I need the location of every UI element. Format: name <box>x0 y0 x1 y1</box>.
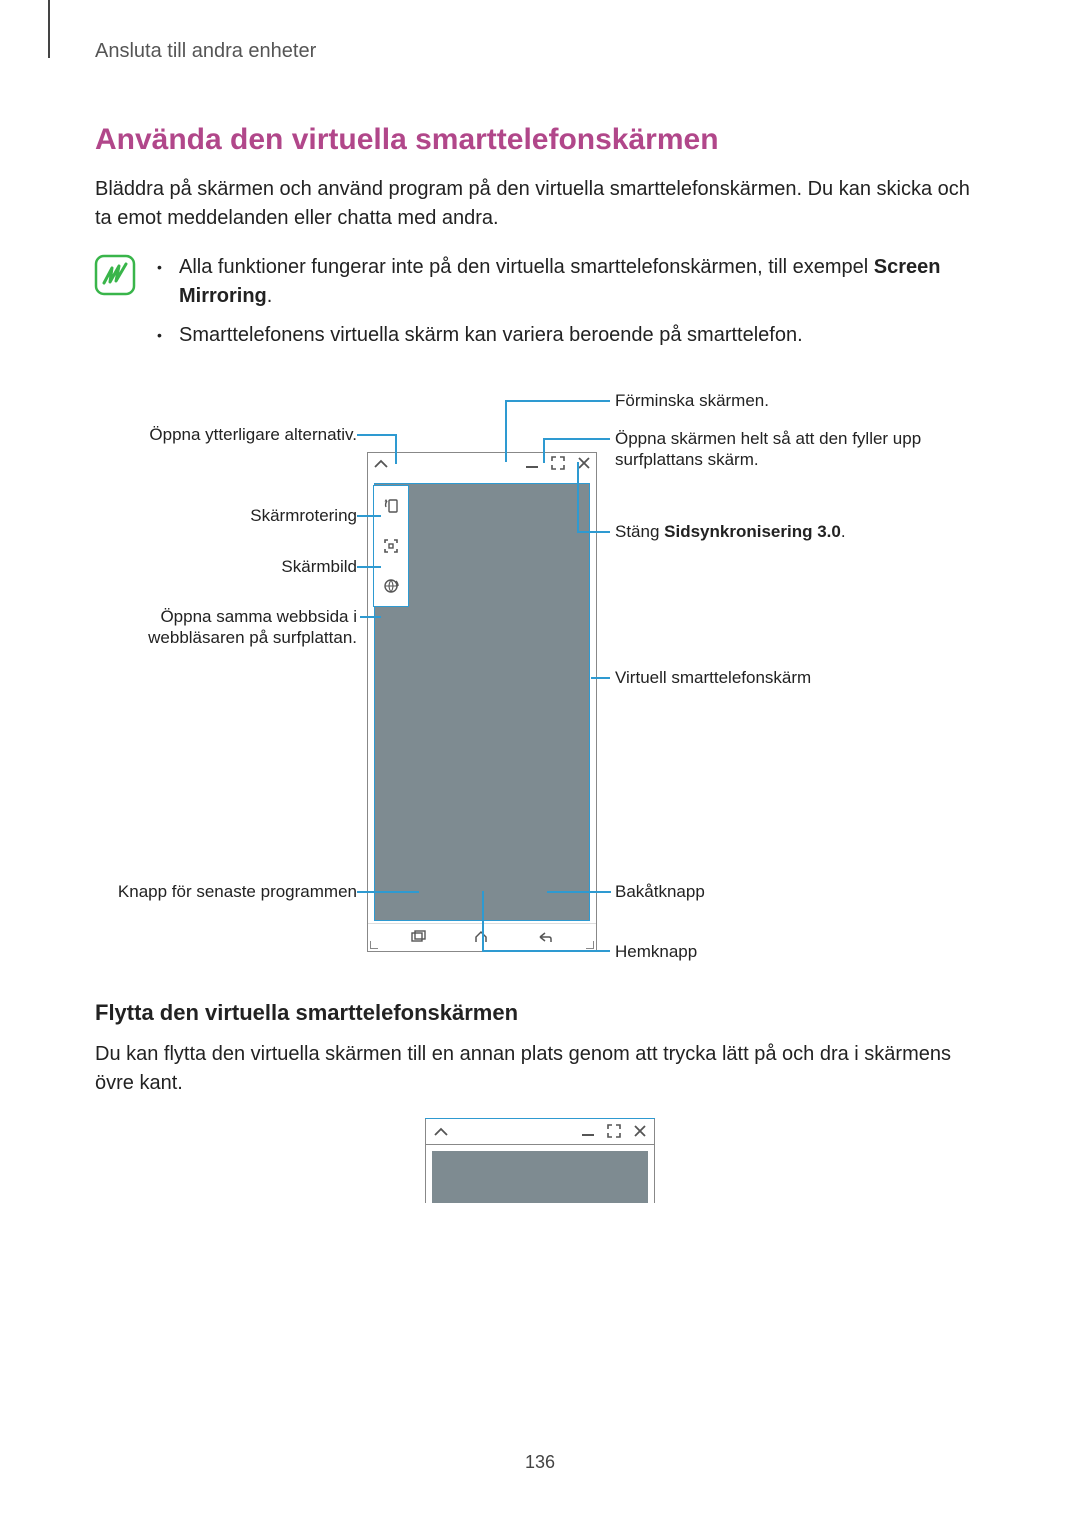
mini-diagram <box>425 1118 655 1203</box>
mini-titlebar <box>425 1119 655 1145</box>
chevron-up-icon <box>434 1124 448 1140</box>
globe-refresh-icon <box>374 566 408 606</box>
expand-icon <box>608 1124 620 1140</box>
callout-fullscreen: Öppna skärmen helt så att den fyller upp… <box>615 428 975 471</box>
note-item-1: Alla funktioner fungerar inte på den vir… <box>157 253 985 311</box>
note-block: Alla funktioner fungerar inte på den vir… <box>95 253 985 360</box>
mini-screen-inner <box>432 1151 648 1203</box>
expand-icon <box>552 456 564 472</box>
mini-screen <box>425 1145 655 1203</box>
callout-minimize: Förminska skärmen. <box>615 390 975 411</box>
leader-line <box>577 462 579 532</box>
virtual-screen-diagram: Öppna ytterligare alternativ. Skärmroter… <box>95 390 985 970</box>
note-item-1-suffix: . <box>267 285 273 307</box>
subsection-body: Du kan flytta den virtuella skärmen till… <box>95 1040 985 1098</box>
close-icon <box>578 456 590 472</box>
leader-line <box>482 891 484 951</box>
leader-line <box>360 616 381 618</box>
leader-line <box>395 434 397 464</box>
leader-line <box>357 434 397 436</box>
leader-line <box>357 566 381 568</box>
corner-ornament <box>370 941 378 949</box>
callout-close-bold: Sidsynkronisering 3.0 <box>664 522 841 541</box>
leader-line <box>547 891 611 893</box>
minimize-icon <box>582 1124 594 1140</box>
leader-line <box>577 531 610 533</box>
callout-virtual: Virtuell smarttelefonskärm <box>615 667 975 688</box>
leader-line <box>357 515 381 517</box>
callout-back: Bakåtknapp <box>615 881 975 902</box>
close-icon <box>634 1124 646 1140</box>
leader-line <box>543 438 610 440</box>
rotate-icon <box>374 486 408 526</box>
chevron-up-icon <box>374 456 388 472</box>
section-title: Använda den virtuella smarttelefonskärme… <box>95 123 985 157</box>
corner-ornament <box>586 941 594 949</box>
side-toolbar <box>373 485 409 607</box>
note-item-2: Smarttelefonens virtuella skärm kan vari… <box>157 321 985 350</box>
callout-close-suffix: . <box>841 522 846 541</box>
section-intro: Bläddra på skärmen och använd program på… <box>95 175 985 233</box>
callout-recent: Knapp för senaste programmen <box>95 881 357 902</box>
note-icon <box>95 255 135 295</box>
page-margin-ornament <box>48 0 50 58</box>
callout-close: Stäng Sidsynkronisering 3.0. <box>615 521 975 542</box>
callout-close-prefix: Stäng <box>615 522 664 541</box>
screenshot-icon <box>374 526 408 566</box>
leader-line <box>543 438 545 463</box>
phone-titlebar <box>368 453 596 475</box>
home-icon <box>474 930 488 946</box>
leader-line <box>505 400 610 402</box>
leader-line <box>591 677 610 679</box>
page-number: 136 <box>0 1452 1080 1473</box>
leader-line <box>505 400 507 462</box>
callout-screenshot: Skärmbild <box>95 556 357 577</box>
leader-line <box>482 950 610 952</box>
callout-home: Hemknapp <box>615 941 975 962</box>
page-header-breadcrumb: Ansluta till andra enheter <box>95 40 985 63</box>
back-icon <box>536 930 552 946</box>
subsection-title: Flytta den virtuella smarttelefonskärmen <box>95 1000 985 1026</box>
callout-open-more: Öppna ytterligare alternativ. <box>95 424 357 445</box>
callout-rotate: Skärmrotering <box>95 505 357 526</box>
note-item-1-prefix: Alla funktioner fungerar inte på den vir… <box>179 256 874 278</box>
recent-apps-icon <box>412 930 426 946</box>
leader-line <box>357 891 419 893</box>
callout-same-web: Öppna samma webbsida i webbläsaren på su… <box>95 606 357 649</box>
minimize-icon <box>526 456 538 472</box>
